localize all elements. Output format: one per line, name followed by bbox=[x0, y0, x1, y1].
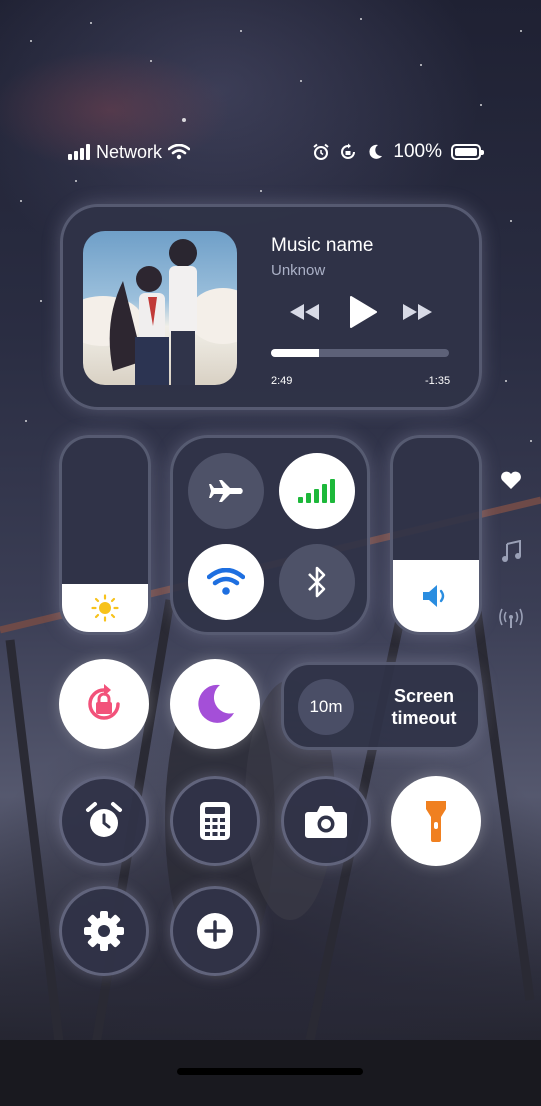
alarm-icon bbox=[313, 143, 330, 160]
add-control-button[interactable] bbox=[170, 886, 260, 976]
rotation-lock-icon bbox=[88, 684, 120, 720]
playback-progress-fill bbox=[271, 349, 320, 357]
album-artwork-illustration bbox=[83, 239, 237, 385]
home-indicator[interactable] bbox=[177, 1068, 363, 1075]
media-player: Music name Unknow 2:49 -1:35 bbox=[60, 204, 482, 410]
brightness-level-fill bbox=[62, 583, 148, 632]
signal-bars-icon bbox=[68, 144, 90, 160]
screen-timeout-value: 10m bbox=[298, 679, 354, 735]
rotation-lock-toggle[interactable] bbox=[59, 659, 149, 749]
play-icon bbox=[350, 296, 377, 328]
control-center-screen: Network 100% Music name Unknow 2:49 -1:3… bbox=[0, 0, 541, 1106]
fast-forward-icon bbox=[403, 304, 432, 320]
volume-level-fill bbox=[393, 560, 479, 632]
volume-slider[interactable] bbox=[390, 435, 482, 635]
track-title: Music name bbox=[271, 235, 374, 256]
bluetooth-toggle[interactable] bbox=[279, 544, 355, 620]
camera-button[interactable] bbox=[281, 776, 371, 866]
elapsed-time: 2:49 bbox=[271, 375, 293, 387]
brightness-slider[interactable] bbox=[59, 435, 151, 635]
settings-gear-icon bbox=[84, 911, 124, 951]
calculator-button[interactable] bbox=[170, 776, 260, 866]
rewind-button[interactable] bbox=[289, 299, 321, 325]
alarm-clock-icon bbox=[86, 802, 122, 837]
fast-forward-button[interactable] bbox=[401, 299, 433, 325]
do-not-disturb-toggle[interactable] bbox=[170, 659, 260, 749]
add-icon bbox=[197, 913, 233, 949]
cellular-data-toggle[interactable] bbox=[279, 453, 355, 529]
camera-icon bbox=[305, 806, 347, 838]
battery-icon bbox=[451, 144, 484, 160]
airplane-icon bbox=[209, 480, 243, 502]
screen-timeout-control[interactable]: 10m Screen timeout bbox=[281, 662, 481, 750]
screen-timeout-label: Screen timeout bbox=[391, 686, 457, 728]
playback-progress-bar[interactable] bbox=[271, 349, 449, 357]
music-note-icon[interactable] bbox=[499, 539, 523, 563]
track-artist: Unknow bbox=[271, 262, 326, 279]
calculator-icon bbox=[200, 802, 230, 840]
speaker-icon bbox=[423, 585, 445, 608]
settings-button[interactable] bbox=[59, 886, 149, 976]
cellular-data-icon bbox=[298, 479, 335, 503]
favorite-heart-icon[interactable] bbox=[499, 468, 523, 492]
moon-icon bbox=[198, 684, 234, 723]
battery-percent: 100% bbox=[393, 141, 442, 162]
radio-signal-icon[interactable] bbox=[499, 606, 523, 630]
moon-icon bbox=[369, 144, 383, 159]
wifi-toggle[interactable] bbox=[188, 544, 264, 620]
play-button[interactable] bbox=[347, 295, 379, 329]
status-bar: Network 100% bbox=[68, 138, 484, 166]
flashlight-icon bbox=[426, 801, 446, 842]
airplane-mode-toggle[interactable] bbox=[188, 453, 264, 529]
wifi-icon bbox=[207, 568, 245, 595]
flashlight-toggle[interactable] bbox=[391, 776, 481, 866]
connectivity-panel bbox=[170, 435, 370, 635]
bluetooth-icon bbox=[308, 566, 326, 598]
album-artwork[interactable] bbox=[83, 231, 237, 385]
rotation-lock-icon bbox=[341, 143, 356, 159]
alarm-clock-button[interactable] bbox=[59, 776, 149, 866]
rewind-icon bbox=[290, 304, 319, 320]
network-label: Network bbox=[96, 141, 163, 162]
wifi-icon bbox=[168, 144, 191, 160]
remaining-time: -1:35 bbox=[425, 375, 451, 387]
sun-icon bbox=[91, 594, 119, 622]
